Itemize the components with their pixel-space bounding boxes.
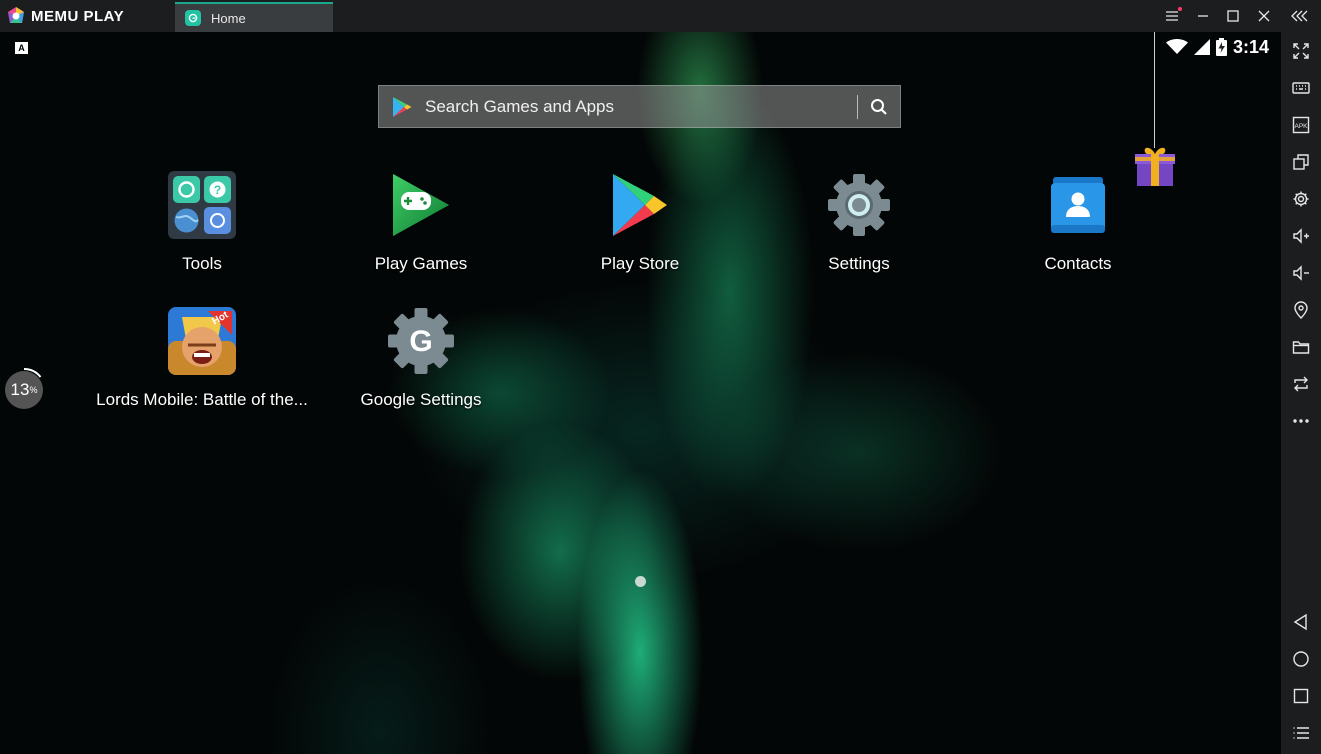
contacts-icon <box>1043 170 1113 240</box>
apk-icon: APK <box>1292 116 1310 134</box>
rotate-button[interactable] <box>1289 372 1313 396</box>
app-google-settings[interactable]: G Google Settings <box>311 306 531 410</box>
signal-icon <box>1193 39 1210 55</box>
keyboard-icon <box>1292 82 1310 94</box>
install-apk-button[interactable]: APK <box>1289 113 1313 137</box>
google-settings-icon: G <box>386 306 456 376</box>
tools-folder-icon: ? <box>167 170 237 240</box>
app-lords-mobile[interactable]: Hot Lords Mobile: Battle of the... <box>92 306 312 410</box>
back-button[interactable] <box>1289 610 1313 634</box>
app-play-games[interactable]: Play Games <box>311 170 531 274</box>
gift-string <box>1154 32 1155 148</box>
progress-badge[interactable]: 13% <box>5 368 43 409</box>
close-button[interactable] <box>1254 6 1274 26</box>
keyboard-mapping-button[interactable] <box>1289 76 1313 100</box>
app-label: Play Store <box>600 254 680 273</box>
progress-arc-icon <box>23 368 42 378</box>
notification-dot <box>1178 7 1182 11</box>
app-label: Settings <box>828 254 890 273</box>
more-dots-icon <box>1293 419 1309 423</box>
google-play-icon <box>393 96 412 117</box>
recents-square-icon <box>1293 688 1309 704</box>
list-icon <box>1293 727 1309 739</box>
multi-instance-button[interactable] <box>1289 150 1313 174</box>
collapse-sidebar-button[interactable] <box>1290 6 1310 26</box>
home-tab-icon <box>185 10 201 26</box>
fullscreen-icon <box>1293 43 1309 59</box>
search-icon <box>871 98 887 115</box>
multi-window-icon <box>1293 154 1309 170</box>
volume-down-icon <box>1293 265 1309 281</box>
app-label: Contacts <box>1044 254 1112 273</box>
page-indicator <box>635 576 646 587</box>
status-clock: 3:14 <box>1232 36 1269 57</box>
minimize-icon <box>1198 15 1208 17</box>
svg-text:APK: APK <box>1294 123 1308 130</box>
play-store-icon <box>605 170 675 240</box>
back-triangle-icon <box>1293 613 1307 631</box>
shared-folder-button[interactable] <box>1289 335 1313 359</box>
search-input[interactable]: Search Games and Apps <box>425 97 857 117</box>
double-chevron-left-icon <box>1291 10 1308 22</box>
title-bar: MEMU PLAY Home <box>0 0 1321 32</box>
battery-charging-icon <box>1215 38 1227 56</box>
menu-button[interactable] <box>1162 6 1182 26</box>
tab-label: Home <box>211 10 246 26</box>
app-play-store[interactable]: Play Store <box>530 170 750 274</box>
close-icon <box>1258 10 1270 22</box>
gear-icon <box>1293 191 1309 207</box>
right-toolbar: APK <box>1281 32 1321 754</box>
maximize-icon <box>1227 10 1239 22</box>
settings-gear-icon <box>824 170 894 240</box>
search-button[interactable] <box>858 86 900 127</box>
status-bar: 3:14 <box>1165 36 1269 58</box>
svg-text:G: G <box>409 325 432 358</box>
settings-button[interactable] <box>1289 187 1313 211</box>
app-label: Lords Mobile: Battle of the... <box>96 390 308 409</box>
search-bar[interactable]: Search Games and Apps <box>378 85 901 128</box>
location-button[interactable] <box>1289 298 1313 322</box>
gift-icon <box>1135 147 1175 186</box>
minimize-button[interactable] <box>1193 6 1213 26</box>
app-tools[interactable]: ? Tools <box>92 170 312 274</box>
location-pin-icon <box>1294 301 1308 319</box>
tab-home[interactable]: Home <box>175 2 333 32</box>
home-circle-icon <box>1293 651 1309 667</box>
more-button[interactable] <box>1289 409 1313 433</box>
play-games-icon <box>386 170 456 240</box>
app-title: MEMU PLAY <box>31 7 125 25</box>
folder-icon <box>1292 341 1310 354</box>
wifi-icon <box>1165 39 1188 54</box>
gift-button[interactable] <box>1134 144 1176 193</box>
maximize-button[interactable] <box>1223 6 1243 26</box>
fullscreen-button[interactable] <box>1289 39 1313 63</box>
recent-apps-button[interactable] <box>1289 684 1313 708</box>
menu-list-button[interactable] <box>1289 721 1313 745</box>
app-label: Play Games <box>374 254 468 273</box>
menu-icon <box>1166 11 1178 21</box>
rotate-icon <box>1294 376 1308 392</box>
app-settings[interactable]: Settings <box>749 170 969 274</box>
svg-text:?: ? <box>214 183 221 197</box>
volume-down-button[interactable] <box>1289 261 1313 285</box>
app-label: Google Settings <box>360 390 482 409</box>
memu-logo: MEMU PLAY <box>6 6 124 26</box>
app-label: Tools <box>182 254 222 273</box>
home-button[interactable] <box>1289 647 1313 671</box>
keyboard-badge: A <box>15 42 28 54</box>
volume-up-button[interactable] <box>1289 224 1313 248</box>
lords-mobile-icon: Hot <box>167 306 237 376</box>
memu-logo-icon <box>8 7 24 23</box>
android-home-screen: A 3:14 Search Games and Apps ? Tools Pla… <box>0 32 1281 754</box>
volume-up-icon <box>1293 228 1309 244</box>
